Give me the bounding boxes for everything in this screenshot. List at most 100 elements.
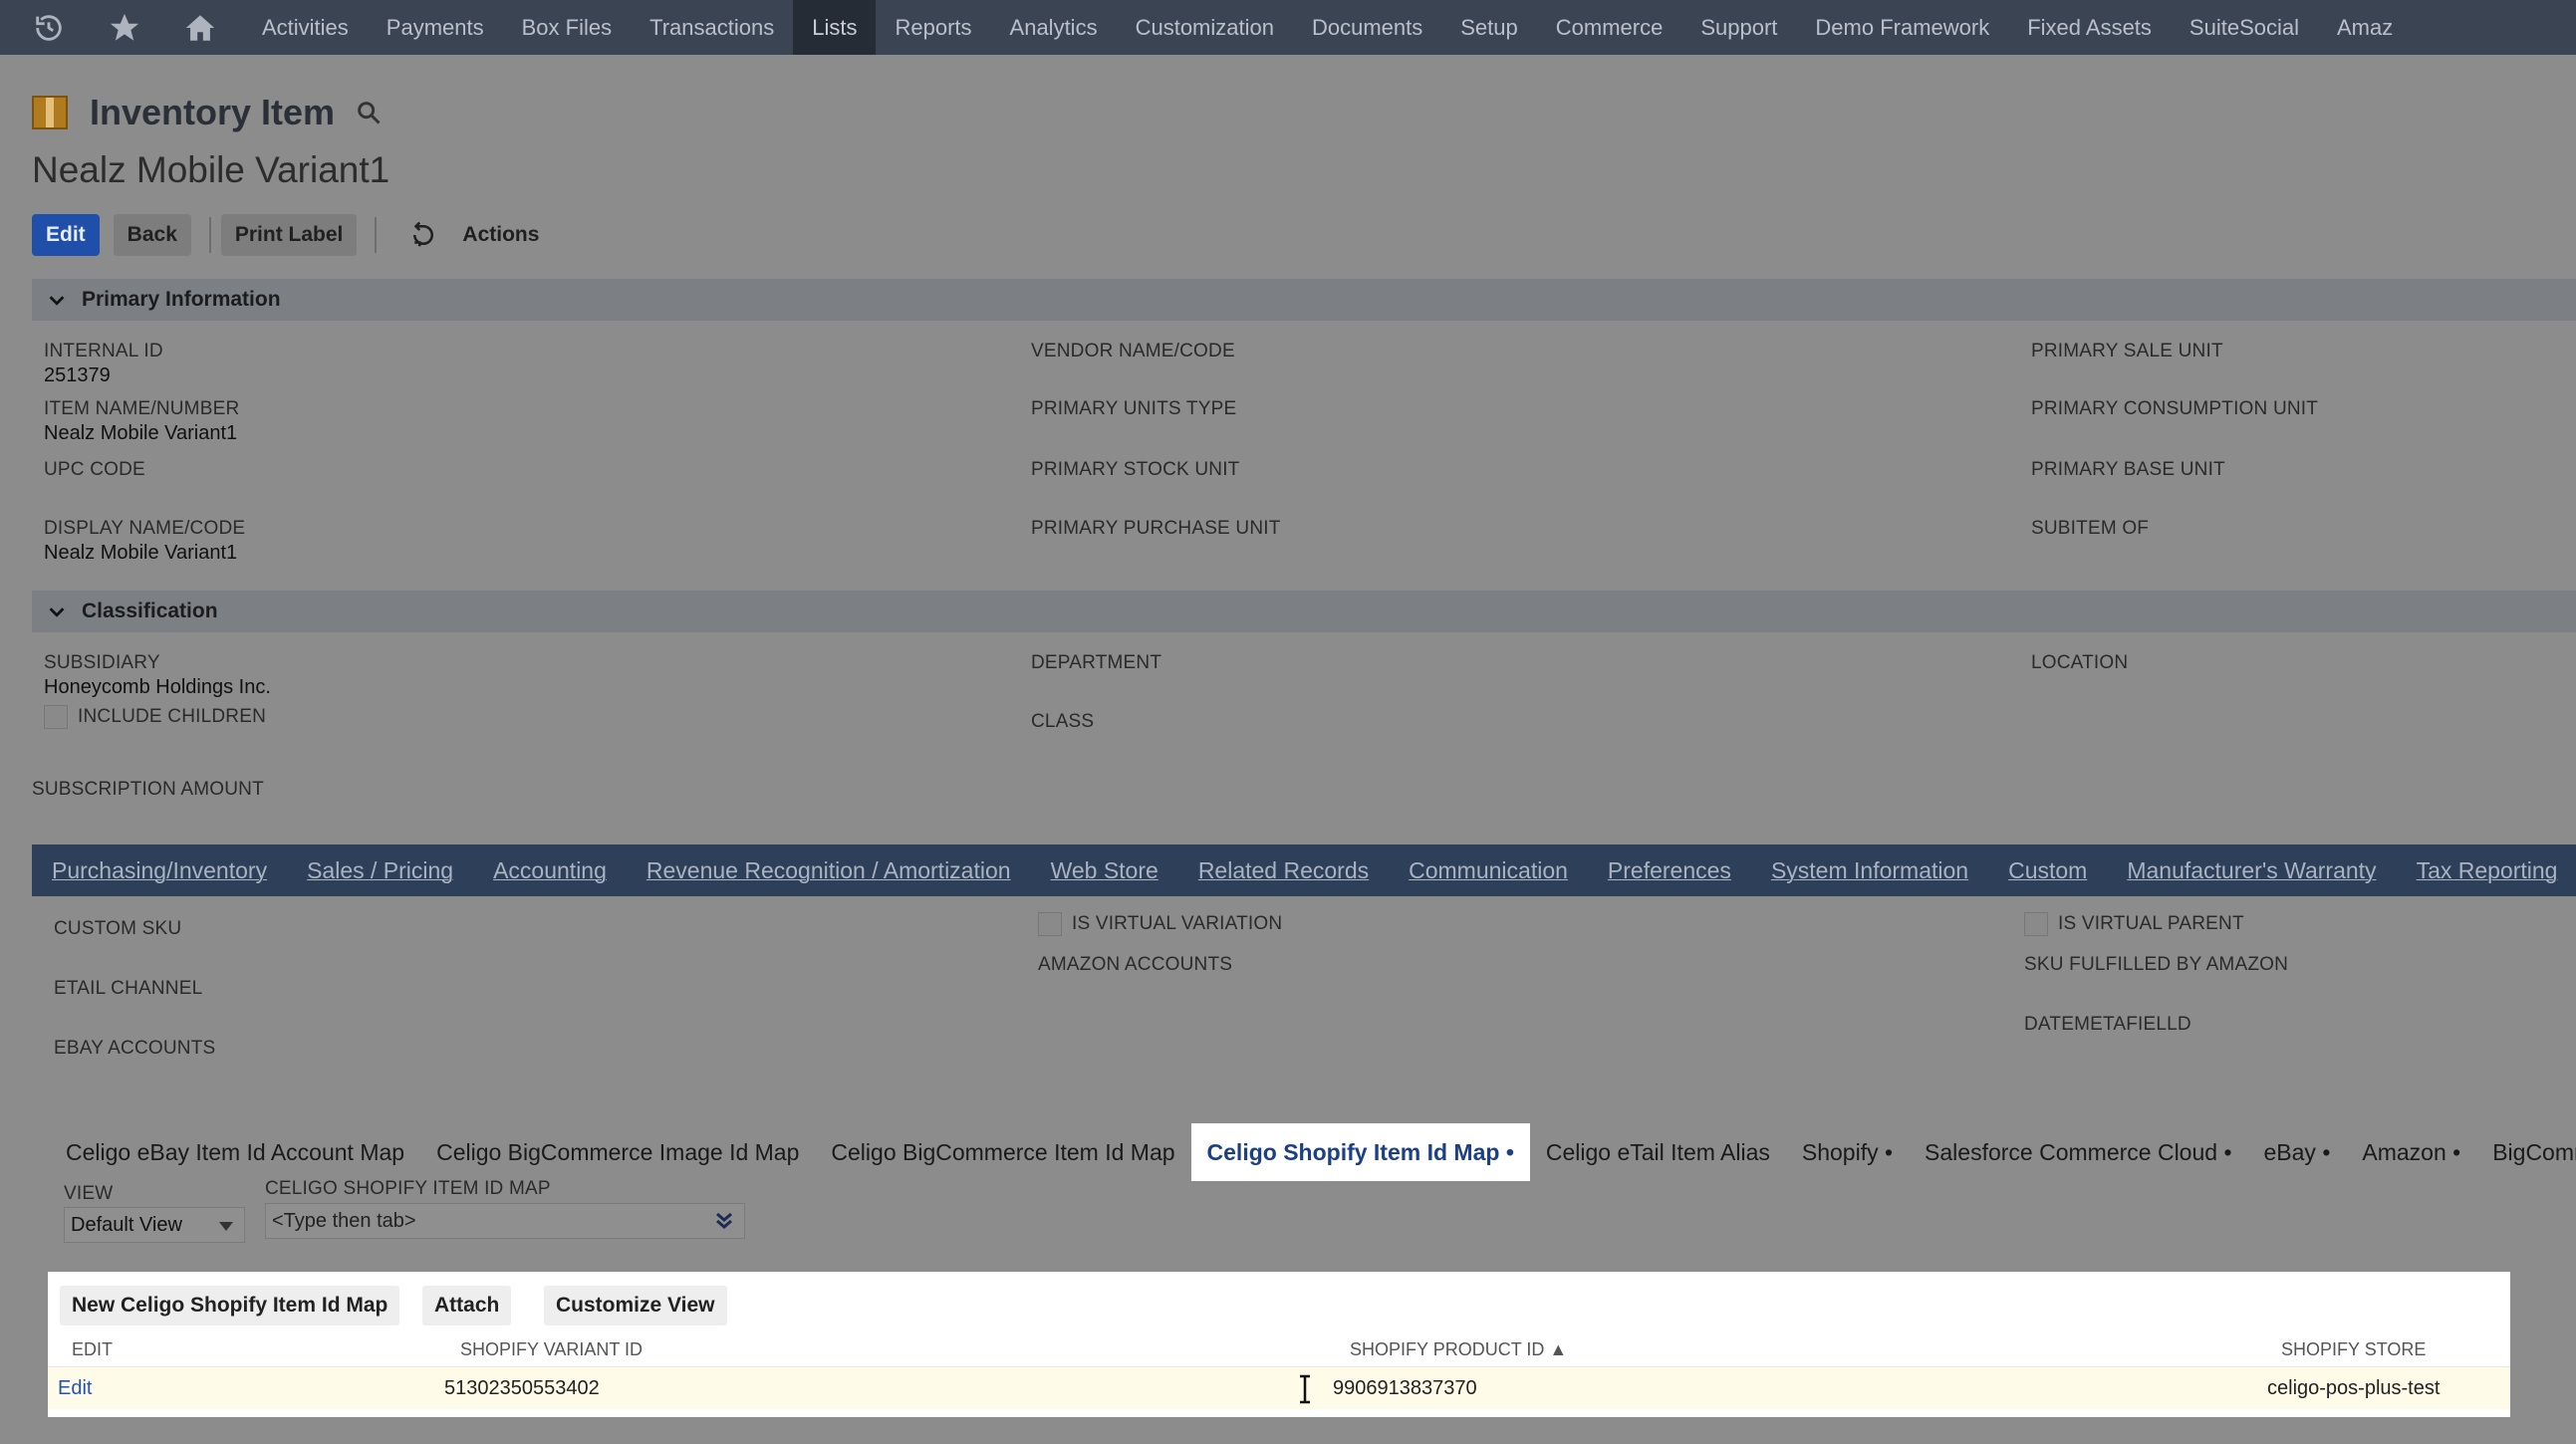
etail-channel-field: ETAIL CHANNEL [54, 978, 202, 1000]
tab-salesforce-commerce-cloud[interactable]: Salesforce Commerce Cloud • [1909, 1123, 2247, 1181]
is-virtual-parent-checkbox[interactable] [2024, 912, 2048, 936]
tab-purchasing-inventory[interactable]: Purchasing/Inventory [32, 857, 287, 884]
vendor-name-field: VENDOR NAME/CODE [1031, 341, 1235, 362]
primary-base-unit-field: PRIMARY BASE UNIT [2031, 459, 2225, 481]
map-search-input[interactable]: <Type then tab> [265, 1203, 745, 1239]
display-name-field: DISPLAY NAME/CODE Nealz Mobile Variant1 [44, 518, 245, 565]
customize-view-button[interactable]: Customize View [544, 1286, 727, 1325]
nav-suitesocial[interactable]: SuiteSocial [2171, 0, 2318, 55]
field-label: CLASS [1031, 711, 1095, 732]
tab-bigcommerce[interactable]: BigCommerce [2476, 1123, 2576, 1181]
actions-menu[interactable]: Actions [462, 223, 539, 247]
tab-system-information[interactable]: System Information [1751, 857, 1988, 884]
nav-fixed-assets[interactable]: Fixed Assets [2008, 0, 2171, 55]
button-divider [208, 217, 211, 253]
tab-accounting[interactable]: Accounting [473, 857, 627, 884]
cell-store: celigo-pos-plus-test [2267, 1377, 2441, 1399]
column-shopify-variant-id[interactable]: SHOPIFY VARIANT ID [460, 1331, 643, 1367]
tab-preferences[interactable]: Preferences [1588, 857, 1751, 884]
field-label: INTERNAL ID [44, 341, 163, 361]
map-search-placeholder: <Type then tab> [272, 1210, 416, 1232]
tab-related-records[interactable]: Related Records [1178, 857, 1389, 884]
custom-sku-field: CUSTOM SKU [54, 918, 181, 940]
nav-transactions[interactable]: Transactions [631, 0, 793, 55]
column-shopify-store[interactable]: SHOPIFY STORE [2281, 1331, 2426, 1367]
tab-shopify[interactable]: Shopify • [1786, 1123, 1909, 1181]
record-subtabs: Purchasing/Inventory Sales / Pricing Acc… [32, 844, 2576, 896]
nav-box-files[interactable]: Box Files [503, 0, 631, 55]
item-name-field: ITEM NAME/NUMBER Nealz Mobile Variant1 [44, 398, 239, 445]
tab-web-store[interactable]: Web Store [1031, 857, 1178, 884]
refresh-icon[interactable] [408, 220, 438, 250]
field-label: IS VIRTUAL VARIATION [1072, 913, 1283, 934]
classification-header[interactable]: Classification [32, 591, 2576, 632]
nav-payments[interactable]: Payments [368, 0, 503, 55]
nav-setup[interactable]: Setup [1441, 0, 1537, 55]
subsidiary-field: SUBSIDIARY Honeycomb Holdings Inc. [44, 652, 271, 699]
section-title: Classification [82, 600, 218, 622]
tab-revenue-recognition[interactable]: Revenue Recognition / Amortization [627, 857, 1031, 884]
tab-sales-pricing[interactable]: Sales / Pricing [287, 857, 473, 884]
tab-celigo-bigcommerce-image-id-map[interactable]: Celigo BigCommerce Image Id Map [420, 1123, 815, 1181]
star-icon[interactable] [104, 7, 145, 49]
nav-support[interactable]: Support [1681, 0, 1796, 55]
print-label-button[interactable]: Print Label [220, 214, 358, 256]
primary-stock-unit-field: PRIMARY STOCK UNIT [1031, 459, 1239, 481]
primary-information-header[interactable]: Primary Information [32, 279, 2576, 321]
recent-icon[interactable] [28, 7, 70, 49]
tab-celigo-bigcommerce-item-id-map[interactable]: Celigo BigCommerce Item Id Map [815, 1123, 1190, 1181]
page-title: Inventory Item [90, 92, 336, 132]
home-icon[interactable] [179, 7, 221, 49]
tab-communication[interactable]: Communication [1389, 857, 1588, 884]
field-label: DISPLAY NAME/CODE [44, 518, 246, 539]
shopify-item-id-map-sublist: New Celigo Shopify Item Id Map Attach Cu… [48, 1272, 2510, 1417]
nav-lists[interactable]: Lists [793, 0, 877, 55]
field-value: Nealz Mobile Variant1 [44, 542, 238, 564]
tab-celigo-shopify-item-id-map[interactable]: Celigo Shopify Item Id Map • [1190, 1123, 1530, 1181]
sku-fba-field: SKU FULFILLED BY AMAZON [2024, 954, 2288, 976]
primary-consumption-unit-field: PRIMARY CONSUMPTION UNIT [2031, 398, 2318, 420]
nav-amazon[interactable]: Amaz [2318, 0, 2412, 55]
column-edit: EDIT [72, 1339, 114, 1359]
table-header [48, 1331, 2510, 1367]
primary-purchase-unit-field: PRIMARY PURCHASE UNIT [1031, 518, 1281, 540]
cell-product-id: 9906913837370 [1333, 1377, 1477, 1399]
nav-commerce[interactable]: Commerce [1537, 0, 1682, 55]
field-label: SUBITEM OF [2031, 518, 2150, 539]
cell-variant-id: 51302350553402 [444, 1377, 600, 1399]
tab-tax-reporting[interactable]: Tax Reporting [2397, 857, 2576, 884]
search-icon[interactable] [355, 99, 383, 126]
tab-manufacturers-warranty[interactable]: Manufacturer's Warranty [2107, 857, 2396, 884]
back-button[interactable]: Back [113, 214, 191, 256]
tab-custom[interactable]: Custom [1988, 857, 2107, 884]
main-menu: Activities Payments Box Files Transactio… [243, 0, 2412, 55]
field-label: PRIMARY SALE UNIT [2031, 341, 2223, 361]
button-divider [375, 217, 378, 253]
location-field: LOCATION [2031, 652, 2128, 674]
top-navigation-bar: Activities Payments Box Files Transactio… [0, 0, 2576, 55]
nav-documents[interactable]: Documents [1293, 0, 1441, 55]
tab-ebay[interactable]: eBay • [2248, 1123, 2347, 1181]
edit-button[interactable]: Edit [32, 214, 100, 256]
include-children-checkbox[interactable] [44, 705, 68, 729]
nav-customization[interactable]: Customization [1117, 0, 1293, 55]
attach-button[interactable]: Attach [422, 1286, 512, 1325]
field-label: DATEMETAFIELLD [2024, 1014, 2191, 1035]
field-label: PRIMARY CONSUMPTION UNIT [2031, 398, 2319, 419]
field-label: SUBSIDIARY [44, 652, 160, 673]
row-edit-link[interactable]: Edit [58, 1367, 92, 1409]
button-bar: Edit Back Print Label Actions [32, 214, 539, 256]
column-shopify-product-id[interactable]: SHOPIFY PRODUCT ID ▲ [1350, 1331, 1567, 1367]
tab-amazon[interactable]: Amazon • [2346, 1123, 2476, 1181]
tab-celigo-etail-item-alias[interactable]: Celigo eTail Item Alias [1530, 1123, 1786, 1181]
nav-demo-framework[interactable]: Demo Framework [1796, 0, 2008, 55]
tab-celigo-ebay-item-id-account-map[interactable]: Celigo eBay Item Id Account Map [50, 1123, 420, 1181]
include-children-field: INCLUDE CHILDREN [44, 705, 266, 729]
is-virtual-variation-checkbox[interactable] [1038, 912, 1062, 936]
nav-activities[interactable]: Activities [243, 0, 368, 55]
ebay-accounts-field: EBAY ACCOUNTS [54, 1038, 215, 1060]
new-celigo-shopify-item-id-map-button[interactable]: New Celigo Shopify Item Id Map [60, 1286, 400, 1325]
nav-analytics[interactable]: Analytics [991, 0, 1117, 55]
nav-reports[interactable]: Reports [876, 0, 990, 55]
view-select[interactable]: Default View [64, 1207, 245, 1243]
